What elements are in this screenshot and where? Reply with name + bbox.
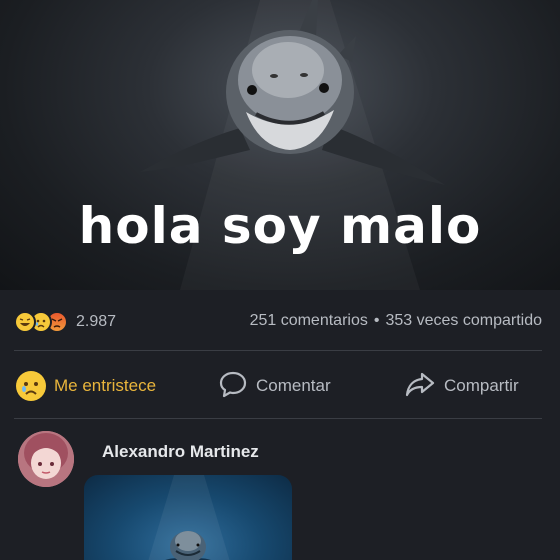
comment-button-label: Comentar: [256, 376, 331, 395]
divider: [14, 350, 542, 351]
comment-image[interactable]: [84, 475, 292, 560]
comment-button[interactable]: Comentar: [218, 368, 331, 404]
comments-count-link[interactable]: 251 comentarios: [250, 312, 368, 330]
meme-caption: hola soy malo: [78, 197, 482, 255]
post-stats: 2.987 251 comentarios • 353 veces compar…: [0, 300, 560, 342]
comment-item: Alexandro Martinez: [0, 425, 560, 560]
engagement-summary: 251 comentarios • 353 veces compartido: [250, 312, 542, 330]
separator: •: [373, 312, 380, 329]
post-actions: Me entristece Comentar Compartir: [0, 360, 560, 410]
reaction-count: 2.987: [76, 313, 117, 330]
divider: [14, 418, 542, 419]
reactions-summary[interactable]: 2.987: [14, 310, 116, 334]
share-button[interactable]: Compartir: [404, 368, 519, 404]
reaction-button-label: Me entristece: [54, 376, 157, 395]
avatar[interactable]: [18, 431, 74, 487]
shares-count-link[interactable]: 353 veces compartido: [385, 312, 542, 330]
post-image[interactable]: hola soy malo: [0, 0, 560, 290]
comment-author[interactable]: Alexandro Martinez: [102, 442, 259, 462]
sad-emoji-icon: [16, 371, 46, 401]
comment-bubble-icon: [218, 369, 248, 404]
laughing-emoji-icon: [14, 311, 36, 333]
share-button-label: Compartir: [444, 376, 519, 395]
share-arrow-icon: [404, 369, 436, 404]
reaction-button[interactable]: Me entristece: [16, 368, 156, 404]
